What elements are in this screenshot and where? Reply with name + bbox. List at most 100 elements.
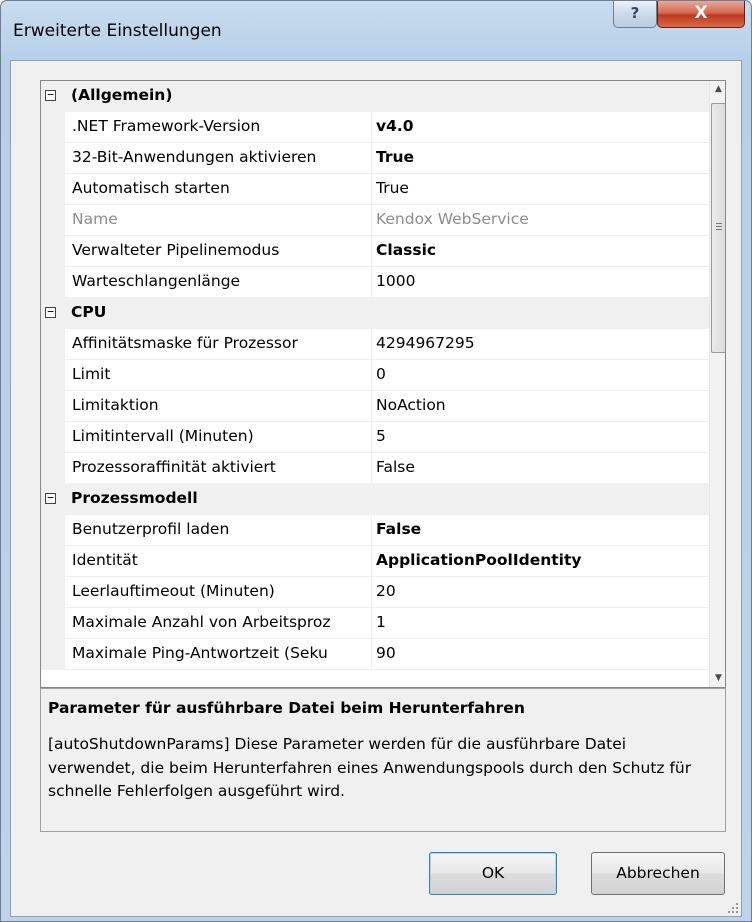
- row-gutter: [41, 143, 65, 174]
- property-name: Limitintervall (Minuten): [72, 427, 254, 445]
- scrollbar-thumb[interactable]: [711, 103, 725, 353]
- column-divider: [371, 515, 372, 546]
- help-button[interactable]: ?: [613, 1, 657, 28]
- column-divider: [371, 639, 372, 670]
- column-divider: [371, 608, 372, 639]
- category-label: CPU: [71, 303, 107, 321]
- row-gutter: [41, 174, 65, 205]
- property-value[interactable]: ApplicationPoolIdentity: [376, 551, 581, 569]
- column-divider: [371, 329, 372, 360]
- property-name: 32-Bit-Anwendungen aktivieren: [72, 148, 317, 166]
- property-value[interactable]: 1: [376, 613, 386, 631]
- column-divider: [371, 546, 372, 577]
- property-name: Identität: [72, 551, 138, 569]
- description-title: Parameter für ausführbare Datei beim Her…: [48, 699, 525, 717]
- property-name: Affinitätsmaske für Prozessor: [72, 334, 298, 352]
- close-button[interactable]: X: [657, 1, 745, 28]
- property-value[interactable]: 1000: [376, 272, 415, 290]
- category-row[interactable]: − (Allgemein): [41, 81, 709, 112]
- property-value[interactable]: 20: [376, 582, 396, 600]
- vertical-scrollbar[interactable]: ▲ ▼: [709, 81, 725, 687]
- row-gutter: [41, 360, 65, 391]
- property-value[interactable]: Classic: [376, 241, 436, 259]
- column-divider: [371, 267, 372, 298]
- column-divider: [371, 112, 372, 143]
- row-gutter: [41, 267, 65, 298]
- property-value[interactable]: False: [376, 458, 415, 476]
- property-row[interactable]: Identität ApplicationPoolIdentity: [41, 546, 709, 577]
- title-bar[interactable]: Erweiterte Einstellungen ? X: [1, 1, 751, 61]
- category-row[interactable]: − Prozessmodell: [41, 484, 709, 515]
- property-value[interactable]: 0: [376, 365, 386, 383]
- resize-grip-icon[interactable]: [724, 899, 738, 913]
- category-label: Prozessmodell: [71, 489, 198, 507]
- property-value[interactable]: NoAction: [376, 396, 446, 414]
- property-name: Maximale Anzahl von Arbeitsproz: [72, 613, 331, 631]
- column-divider: [371, 422, 372, 453]
- property-value[interactable]: Kendox WebService: [376, 210, 529, 228]
- property-name: .NET Framework-Version: [72, 117, 261, 135]
- property-row[interactable]: Limitaktion NoAction: [41, 391, 709, 422]
- property-row[interactable]: Limitintervall (Minuten) 5: [41, 422, 709, 453]
- property-row[interactable]: 32-Bit-Anwendungen aktivieren True: [41, 143, 709, 174]
- property-name: Limit: [72, 365, 111, 383]
- column-divider: [371, 205, 372, 236]
- property-value[interactable]: 90: [376, 644, 396, 662]
- property-row[interactable]: Automatisch starten True: [41, 174, 709, 205]
- column-divider: [371, 453, 372, 484]
- description-panel: Parameter für ausführbare Datei beim Her…: [40, 688, 726, 832]
- property-name: Leerlauftimeout (Minuten): [72, 582, 275, 600]
- column-divider: [371, 174, 372, 205]
- row-gutter: [41, 453, 65, 484]
- column-divider: [371, 577, 372, 608]
- dialog-window: Erweiterte Einstellungen ? X − (Allgemein…: [0, 0, 752, 922]
- property-value[interactable]: 4294967295: [376, 334, 475, 352]
- cancel-button[interactable]: Abbrechen: [591, 852, 725, 895]
- property-row[interactable]: Prozessoraffinität aktiviert False: [41, 453, 709, 484]
- category-row[interactable]: − CPU: [41, 298, 709, 329]
- property-name: Warteschlangenlänge: [72, 272, 241, 290]
- row-gutter: [41, 608, 65, 639]
- property-row[interactable]: Leerlauftimeout (Minuten) 20: [41, 577, 709, 608]
- property-grid: − (Allgemein) .NET Framework-Version v4.0 32…: [40, 80, 726, 688]
- property-row[interactable]: .NET Framework-Version v4.0: [41, 112, 709, 143]
- collapse-icon[interactable]: −: [45, 89, 56, 101]
- property-row[interactable]: Limit 0: [41, 360, 709, 391]
- row-gutter: [41, 329, 65, 360]
- property-value[interactable]: True: [376, 148, 414, 166]
- row-gutter: [41, 205, 65, 236]
- row-gutter: [41, 639, 65, 670]
- property-value[interactable]: True: [376, 179, 409, 197]
- property-row[interactable]: Warteschlangenlänge 1000: [41, 267, 709, 298]
- property-row[interactable]: Maximale Ping-Antwortzeit (Seku 90: [41, 639, 709, 670]
- column-divider: [371, 143, 372, 174]
- collapse-icon[interactable]: −: [45, 492, 56, 504]
- property-row[interactable]: Maximale Anzahl von Arbeitsproz 1: [41, 608, 709, 639]
- property-value[interactable]: 5: [376, 427, 386, 445]
- scroll-up-arrow-icon[interactable]: ▲: [710, 81, 725, 98]
- property-row[interactable]: Name Kendox WebService: [41, 205, 709, 236]
- dialog-client-area: − (Allgemein) .NET Framework-Version v4.0 32…: [10, 60, 742, 917]
- property-row[interactable]: Affinitätsmaske für Prozessor 4294967295: [41, 329, 709, 360]
- row-gutter: [41, 577, 65, 608]
- property-name: Benutzerprofil laden: [72, 520, 230, 538]
- property-value[interactable]: False: [376, 520, 421, 538]
- property-name: Name: [72, 210, 118, 228]
- row-gutter: [41, 515, 65, 546]
- scroll-down-arrow-icon[interactable]: ▼: [710, 670, 725, 687]
- column-divider: [371, 236, 372, 267]
- row-gutter: [41, 391, 65, 422]
- row-gutter: [41, 546, 65, 577]
- description-text: [autoShutdownParams] Diese Parameter wer…: [48, 735, 692, 800]
- property-value[interactable]: v4.0: [376, 117, 414, 135]
- category-label: (Allgemein): [71, 86, 173, 104]
- column-divider: [371, 360, 372, 391]
- window-title: Erweiterte Einstellungen: [13, 21, 222, 41]
- property-name: Verwalteter Pipelinemodus: [72, 241, 280, 259]
- property-grid-rows: − (Allgemein) .NET Framework-Version v4.0 32…: [41, 81, 709, 670]
- property-row[interactable]: Verwalteter Pipelinemodus Classic: [41, 236, 709, 267]
- property-row[interactable]: Benutzerprofil laden False: [41, 515, 709, 546]
- row-gutter: [41, 422, 65, 453]
- ok-button[interactable]: OK: [429, 852, 557, 895]
- collapse-icon[interactable]: −: [45, 306, 56, 318]
